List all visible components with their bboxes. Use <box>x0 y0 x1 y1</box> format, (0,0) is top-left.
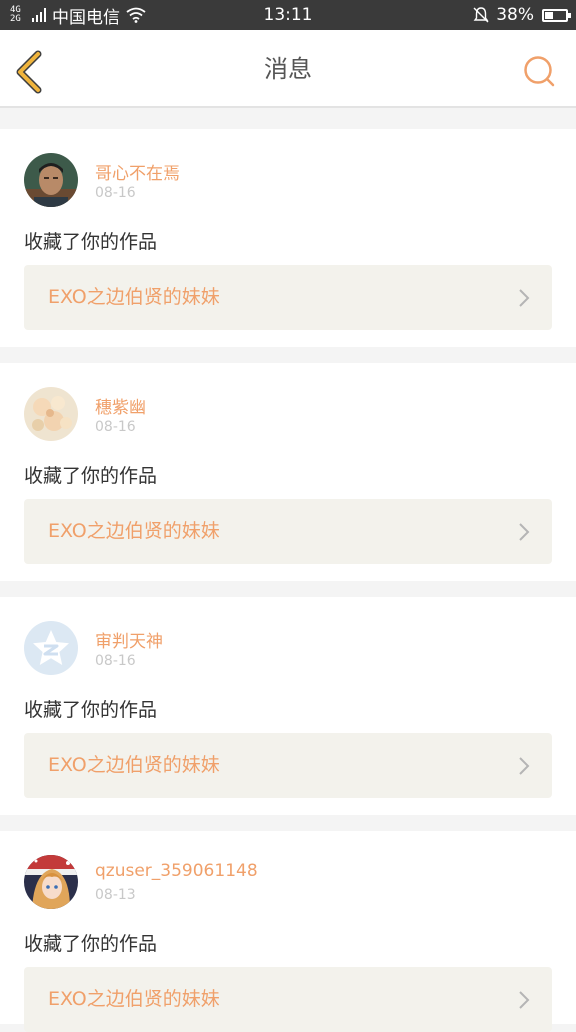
work-link[interactable]: EXO之边伯贤的妹妹 <box>24 967 552 1032</box>
message-action: 收藏了你的作品 <box>24 465 158 487</box>
message-action: 收藏了你的作品 <box>24 231 158 253</box>
battery-icon <box>542 8 571 22</box>
message-card: 哥心不在焉 08-16 收藏了你的作品 EXO之边伯贤的妹妹 <box>0 129 576 347</box>
qq-star-avatar-icon <box>24 621 78 675</box>
work-title: EXO之边伯贤的妹妹 <box>48 988 220 1010</box>
flower-avatar-icon <box>24 387 78 441</box>
user-name[interactable]: 哥心不在焉 <box>95 159 180 184</box>
message-date: 08-16 <box>95 653 136 669</box>
avatar[interactable] <box>24 621 78 675</box>
mute-bell-icon <box>473 7 489 23</box>
work-title: EXO之边伯贤的妹妹 <box>48 520 220 542</box>
user-name[interactable]: 审判天神 <box>95 627 163 652</box>
work-link[interactable]: EXO之边伯贤的妹妹 <box>24 265 552 330</box>
anime-avatar-icon <box>24 855 78 909</box>
search-icon <box>524 56 555 87</box>
user-name[interactable]: 穗紫幽 <box>95 393 146 418</box>
battery-percent: 38% <box>496 5 534 25</box>
chevron-right-icon <box>519 757 530 775</box>
chevron-right-icon <box>519 523 530 541</box>
message-action: 收藏了你的作品 <box>24 933 158 955</box>
chevron-right-icon <box>519 991 530 1009</box>
avatar[interactable] <box>24 855 78 909</box>
avatar[interactable] <box>24 153 78 207</box>
page-title: 消息 <box>264 55 312 83</box>
work-title: EXO之边伯贤的妹妹 <box>48 754 220 776</box>
status-bar: 4G 2G 中国电信 13:11 38% <box>0 0 576 30</box>
status-right: 38% <box>472 0 571 30</box>
user-photo-avatar-icon <box>24 153 78 207</box>
message-card: 穗紫幽 08-16 收藏了你的作品 EXO之边伯贤的妹妹 <box>0 363 576 581</box>
search-button[interactable] <box>522 54 556 88</box>
message-action: 收藏了你的作品 <box>24 699 158 721</box>
message-date: 08-16 <box>95 185 136 201</box>
battery-level-fill <box>545 11 553 19</box>
message-date: 08-13 <box>95 887 136 903</box>
work-link[interactable]: EXO之边伯贤的妹妹 <box>24 499 552 564</box>
message-card: 审判天神 08-16 收藏了你的作品 EXO之边伯贤的妹妹 <box>0 597 576 815</box>
avatar[interactable] <box>24 387 78 441</box>
user-name[interactable]: qzuser_359061148 <box>95 861 258 881</box>
message-card: qzuser_359061148 08-13 收藏了你的作品 EXO之边伯贤的妹… <box>0 831 576 1032</box>
title-bar: 消息 <box>0 30 576 108</box>
message-date: 08-16 <box>95 419 136 435</box>
work-link[interactable]: EXO之边伯贤的妹妹 <box>24 733 552 798</box>
chevron-right-icon <box>519 289 530 307</box>
work-title: EXO之边伯贤的妹妹 <box>48 286 220 308</box>
